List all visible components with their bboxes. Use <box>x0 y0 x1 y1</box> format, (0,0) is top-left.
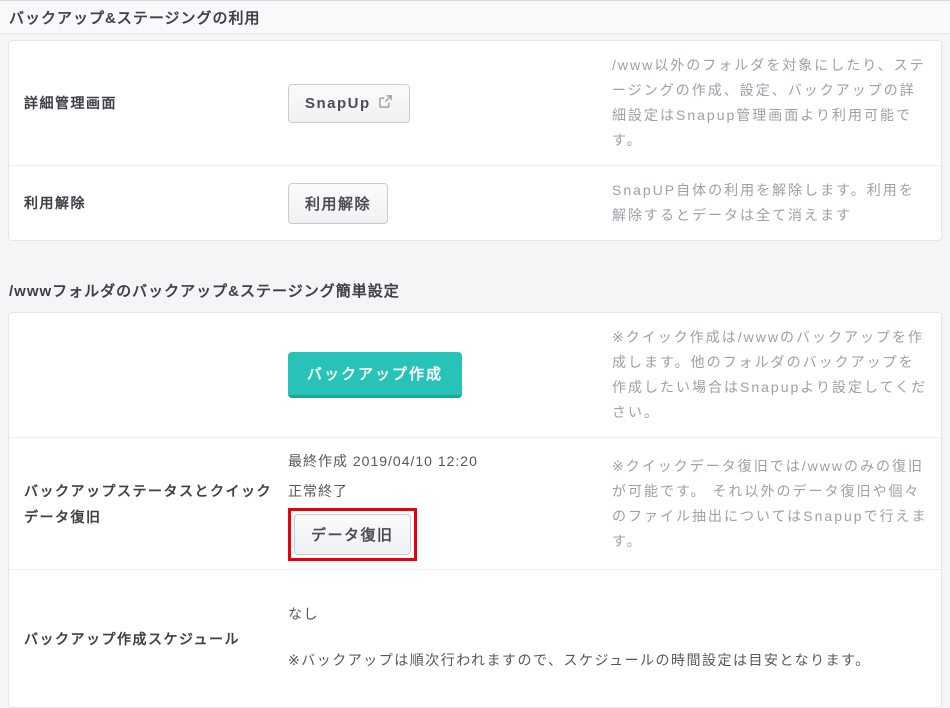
cancel-usage-button[interactable]: 利用解除 <box>288 183 388 224</box>
backup-last-created: 最終作成 2019/04/10 12:20 <box>288 446 602 476</box>
row-label-backup-status: バックアップステータスとクイックデータ復旧 <box>9 468 288 540</box>
section1-title-bar: バックアップ&ステージングの利用 <box>0 0 950 34</box>
external-link-icon <box>378 94 393 113</box>
snapup-button-label: SnapUp <box>305 95 371 112</box>
annotation-highlight-box: データ復旧 <box>288 508 417 561</box>
backup-status-text: 正常終了 <box>288 476 602 506</box>
row-label-create-backup <box>9 365 288 385</box>
table-row-backup-status: バックアップステータスとクイックデータ復旧 最終作成 2019/04/10 12… <box>9 438 941 570</box>
www-quick-settings-table: バックアップ作成 ※クイック作成は/wwwのバックアップを作成します。他のフォル… <box>8 312 942 708</box>
create-backup-button[interactable]: バックアップ作成 <box>288 352 462 398</box>
row-description-create-backup: ※クイック作成は/wwwのバックアップを作成します。他のフォルダのバックアップを… <box>612 313 941 437</box>
row-action-cancel-usage: 利用解除 <box>288 175 612 232</box>
section2-title-row: /wwwフォルダのバックアップ&ステージング簡単設定 <box>0 280 950 301</box>
row-label-backup-schedule: バックアップ作成スケジュール <box>9 616 288 662</box>
backup-staging-usage-table: 詳細管理画面 SnapUp /www以外のフォルダを対象にしたり、ステージングの… <box>8 40 942 241</box>
row-label-cancel-usage: 利用解除 <box>9 180 288 226</box>
row-label-detail-admin: 詳細管理画面 <box>9 80 288 126</box>
table-row-create-backup: バックアップ作成 ※クイック作成は/wwwのバックアップを作成します。他のフォル… <box>9 313 941 438</box>
row-action-create-backup: バックアップ作成 <box>288 344 612 406</box>
section1-title: バックアップ&ステージングの利用 <box>9 7 261 28</box>
row-action-backup-status: 最終作成 2019/04/10 12:20 正常終了 データ復旧 <box>288 438 612 569</box>
row-content-backup-schedule: なし ※バックアップは順次行われますので、スケジュールの時間設定は目安となります… <box>288 589 941 688</box>
cancel-usage-button-label: 利用解除 <box>305 193 371 214</box>
data-restore-button[interactable]: データ復旧 <box>294 514 411 555</box>
row-description-backup-status: ※クイックデータ復旧では/wwwのみの復旧が可能です。 それ以外のデータ復旧や個… <box>612 442 941 566</box>
row-action-snapup: SnapUp <box>288 76 612 131</box>
section2-title: /wwwフォルダのバックアップ&ステージング簡単設定 <box>9 283 400 300</box>
row-description-cancel-usage: SnapUP自体の利用を解除します。利用を解除するとデータは全て消えます <box>612 166 941 240</box>
snapup-button[interactable]: SnapUp <box>288 84 410 123</box>
backup-schedule-note: ※バックアップは順次行われますので、スケジュールの時間設定は目安となります。 <box>288 646 891 674</box>
data-restore-button-label: データ復旧 <box>311 524 394 545</box>
backup-schedule-value: なし <box>288 603 891 625</box>
table-row-snapup: 詳細管理画面 SnapUp /www以外のフォルダを対象にしたり、ステージングの… <box>9 41 941 166</box>
table-row-cancel-usage: 利用解除 利用解除 SnapUP自体の利用を解除します。利用を解除するとデータは… <box>9 166 941 240</box>
table-row-backup-schedule: バックアップ作成スケジュール なし ※バックアップは順次行われますので、スケジュ… <box>9 570 941 707</box>
row-description-snapup: /www以外のフォルダを対象にしたり、ステージングの作成、設定、バックアップの詳… <box>612 41 941 165</box>
